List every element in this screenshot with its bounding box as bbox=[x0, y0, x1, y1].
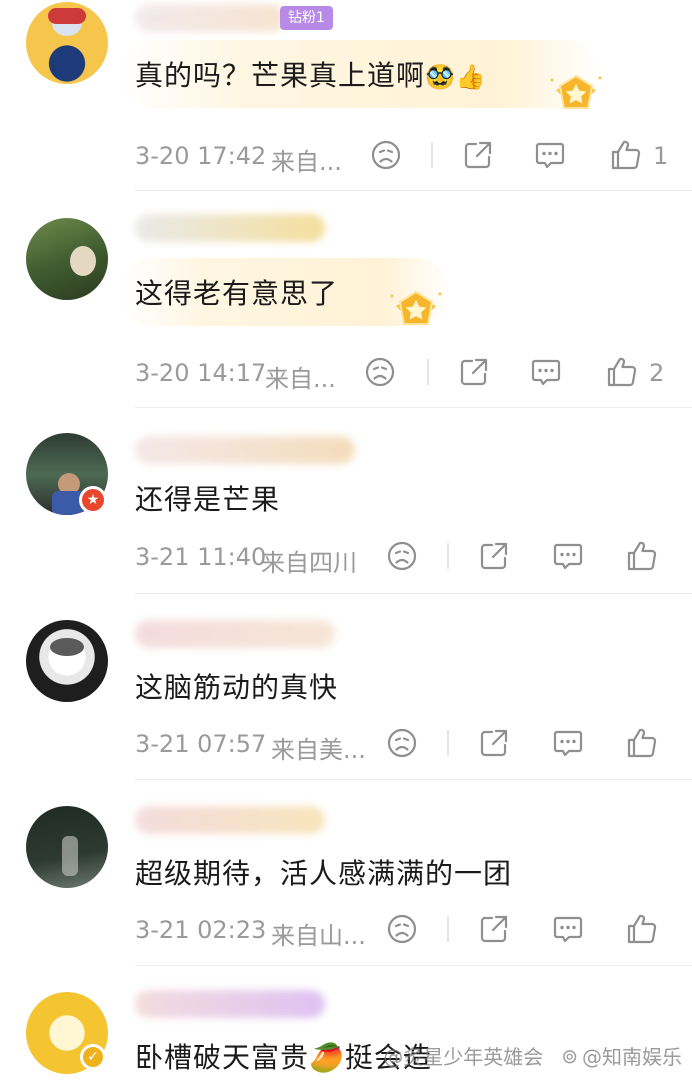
timestamp: 3-21 07:57 bbox=[135, 730, 267, 758]
frown-icon[interactable] bbox=[385, 539, 419, 573]
location: 来自... bbox=[265, 365, 336, 393]
medal-icon bbox=[548, 70, 604, 122]
username[interactable] bbox=[135, 806, 325, 834]
username[interactable] bbox=[135, 214, 325, 242]
like-count: 1 bbox=[653, 142, 669, 170]
frown-icon[interactable] bbox=[363, 355, 397, 389]
emoji: 🥸👍 bbox=[425, 63, 487, 91]
username[interactable] bbox=[135, 4, 285, 32]
comment-text-content: 真的吗？芒果真上道啊 bbox=[135, 59, 426, 92]
comment-text: 超级期待，活人感满满的一团 bbox=[135, 857, 513, 890]
fan-badge[interactable]: 钻粉1 bbox=[280, 6, 333, 30]
timestamp: 3-20 14:17 bbox=[135, 359, 267, 387]
avatar[interactable] bbox=[26, 620, 108, 702]
avatar[interactable] bbox=[26, 806, 108, 888]
comment-icon[interactable] bbox=[533, 138, 567, 172]
username[interactable] bbox=[135, 620, 335, 648]
timestamp: 3-21 11:40 bbox=[135, 543, 267, 571]
share-icon[interactable] bbox=[477, 726, 511, 760]
comment-icon[interactable] bbox=[551, 539, 585, 573]
medal-icon bbox=[388, 286, 444, 338]
avatar[interactable] bbox=[26, 2, 108, 84]
location: 来自山... bbox=[271, 922, 366, 950]
thumbs-up-icon[interactable] bbox=[605, 355, 639, 389]
divider bbox=[135, 190, 692, 191]
timestamp: 3-20 17:42 bbox=[135, 142, 267, 170]
frown-icon[interactable] bbox=[385, 912, 419, 946]
watermark-right: @知南娱乐 bbox=[582, 1045, 682, 1069]
verified-icon: ✓ bbox=[80, 1044, 106, 1070]
share-icon[interactable] bbox=[477, 539, 511, 573]
comment-text: 还得是芒果 bbox=[135, 483, 281, 516]
share-icon[interactable] bbox=[461, 138, 495, 172]
thumbs-up-icon[interactable] bbox=[609, 138, 643, 172]
weibo-icon: ⊚ bbox=[561, 1043, 578, 1068]
watermark-left: @炙星少年英雄会 bbox=[383, 1045, 544, 1069]
share-icon[interactable] bbox=[477, 912, 511, 946]
username[interactable] bbox=[135, 990, 325, 1018]
divider bbox=[135, 965, 692, 966]
location: 来自四川 bbox=[261, 549, 357, 577]
watermark: @炙星少年英雄会 ⊚ @知南娱乐 bbox=[383, 1041, 682, 1070]
comment-icon[interactable] bbox=[529, 355, 563, 389]
username[interactable] bbox=[135, 436, 355, 464]
share-icon[interactable] bbox=[457, 355, 491, 389]
location-badge-icon: ★ bbox=[79, 486, 107, 514]
comment-text: 这得老有意思了 bbox=[135, 277, 339, 310]
comment-meta: 3-21 02:23 来自山... bbox=[135, 910, 675, 950]
comment-meta: 3-21 11:40 来自四川 bbox=[135, 537, 675, 577]
separator bbox=[447, 916, 449, 942]
thumbs-up-icon[interactable] bbox=[625, 912, 659, 946]
separator bbox=[427, 359, 429, 385]
divider bbox=[135, 407, 692, 408]
separator bbox=[447, 543, 449, 569]
comment-text: 这脑筋动的真快 bbox=[135, 671, 339, 704]
frown-icon[interactable] bbox=[385, 726, 419, 760]
comment-meta: 3-20 14:17 来自... 2 bbox=[135, 353, 675, 393]
thumbs-up-icon[interactable] bbox=[625, 726, 659, 760]
frown-icon[interactable] bbox=[369, 138, 403, 172]
thumbs-up-icon[interactable] bbox=[625, 539, 659, 573]
comment-icon[interactable] bbox=[551, 726, 585, 760]
like-count: 2 bbox=[649, 359, 665, 387]
comment-text: 真的吗？芒果真上道啊🥸👍 bbox=[135, 54, 487, 94]
location: 来自美... bbox=[271, 736, 366, 764]
comment-meta: 3-21 07:57 来自美... bbox=[135, 724, 675, 764]
divider bbox=[135, 593, 692, 594]
comment-meta: 3-20 17:42 来自... 1 bbox=[135, 136, 675, 176]
separator bbox=[447, 730, 449, 756]
timestamp: 3-21 02:23 bbox=[135, 916, 267, 944]
separator bbox=[431, 142, 433, 168]
divider bbox=[135, 779, 692, 780]
avatar[interactable] bbox=[26, 218, 108, 300]
comment-icon[interactable] bbox=[551, 912, 585, 946]
location: 来自... bbox=[271, 148, 342, 176]
